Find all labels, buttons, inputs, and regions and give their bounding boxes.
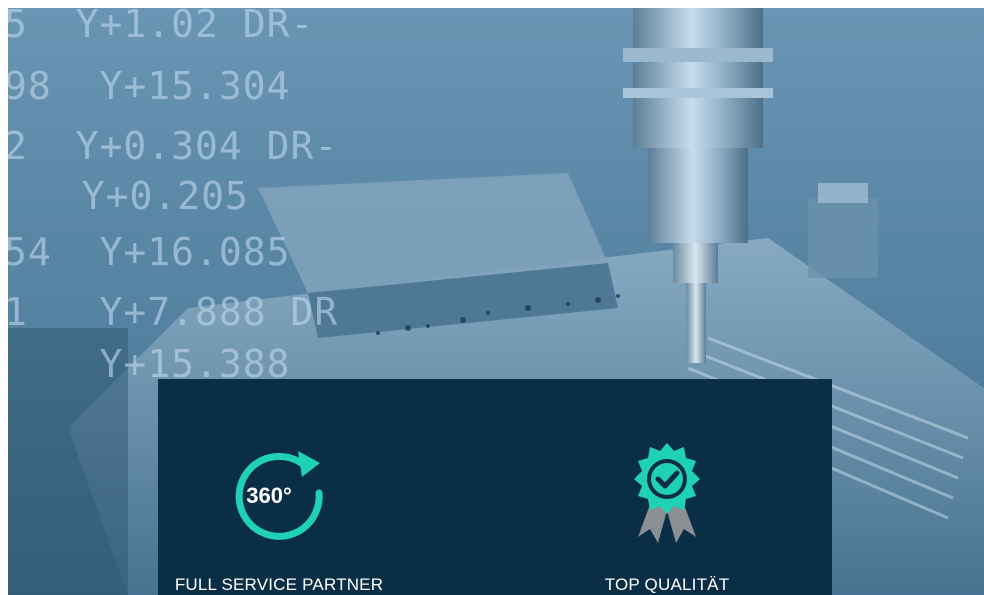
feature-label: FULL SERVICE PARTNER [174, 575, 384, 594]
360-icon-text: 360° [246, 483, 292, 508]
feature-full-service-partner[interactable]: 360° FULL SERVICE PARTNER [169, 379, 389, 595]
360-rotation-icon: 360° [235, 451, 323, 540]
code-overlay-line: 54 Y+16.085 [8, 230, 291, 274]
code-overlay-line: 1 Y+7.888 DR [8, 290, 339, 334]
code-overlay-line: 98 Y+15.304 [8, 64, 291, 108]
code-overlay-line: Y+0.205 [34, 174, 249, 218]
code-overlay-line: 2 Y+0.304 DR- [8, 124, 339, 168]
feature-top-qualitaet[interactable]: TOP QUALITÄT [557, 379, 777, 595]
feature-label: TOP QUALITÄT [604, 575, 730, 594]
features-panel: 360° FULL SERVICE PARTNER TOP QUALITÄT [158, 379, 832, 595]
code-overlay-line: 5 Y+1.02 DR- [8, 8, 315, 46]
quality-award-badge-icon [634, 443, 700, 543]
